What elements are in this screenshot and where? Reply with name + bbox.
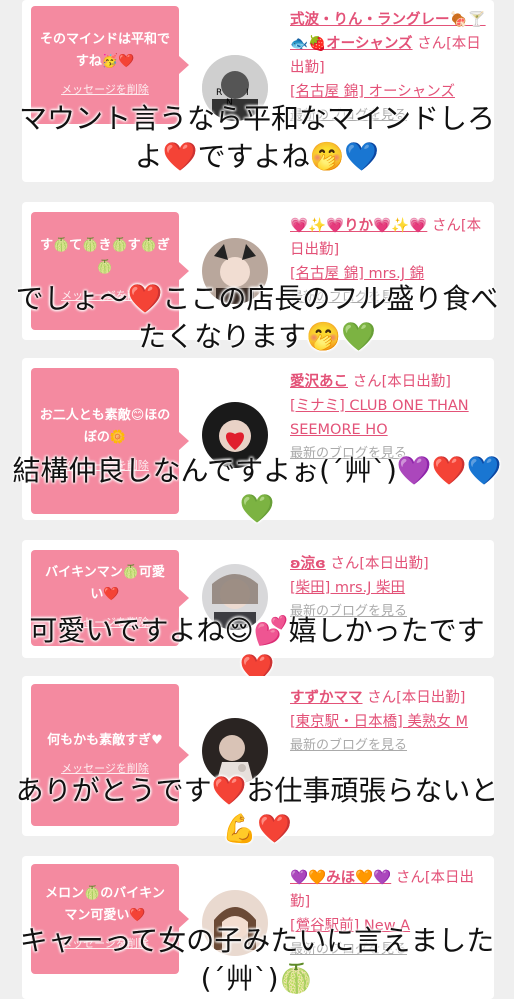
cast-info: すずかママ さん[本日出勤] [東京駅・日本橋] 美熟女 M 最新のブログを見る — [290, 686, 490, 758]
work-status: さん[本日出勤] — [330, 556, 429, 572]
svg-text:R: R — [216, 88, 222, 98]
message-text: 何もかも素敵すぎ♥ — [47, 733, 163, 748]
overlay-caption: ありがとうです❤️お仕事頑張らないと💪❤️ — [15, 774, 499, 845]
shop-link[interactable]: [東京駅・日本橋] 美熟女 M — [290, 710, 490, 734]
cast-name-link[interactable]: 💜🧡みほ🧡💜 — [290, 870, 391, 886]
overlay-caption: キャーって女の子みたいに言えました(´艸`)🍈 — [19, 924, 495, 995]
svg-text:I: I — [246, 88, 249, 98]
message-text: お二人とも素敵😊ほのぼの🌼 — [39, 408, 171, 445]
cast-name-link[interactable]: すずかママ — [290, 690, 363, 706]
cast-name-link[interactable]: ʚ涼ɞ — [290, 556, 326, 572]
work-status: さん[本日出勤] — [367, 690, 466, 706]
delete-message-link[interactable]: メッセージを削除 — [61, 79, 149, 101]
overlay-caption: マウント言うなら平和なマインドしろよ❤️ですよね🤭💙 — [18, 102, 495, 173]
message-text: バイキンマン🍈可愛い❤️ — [45, 565, 165, 602]
cast-name-link[interactable]: 💗✨💗りか💗✨💗 — [290, 218, 427, 234]
message-text: す🍈て🍈き🍈す🍈ぎ🍈 — [40, 238, 170, 275]
latest-blog-link[interactable]: 最新のブログを見る — [290, 734, 490, 758]
message-text: そのマインドは平和ですね🥳❤️ — [39, 32, 170, 69]
overlay-caption: でしょ～❤️ここの店長のフル盛り食べたくなります🤭💚 — [15, 282, 499, 353]
overlay-caption: 結構仲良しなんですよぉ(´艸`)💜❤️💙💚 — [12, 454, 502, 525]
shop-link[interactable]: [柴田] mrs.J 柴田 — [290, 576, 490, 600]
work-status: さん[本日出勤] — [352, 374, 451, 390]
message-text: メロン🍈のバイキンマン可愛い❤️ — [45, 886, 165, 923]
shop-link[interactable]: [ミナミ] CLUB ONE THAN SEEMORE HO — [290, 394, 490, 442]
cast-name-link[interactable]: 愛沢あこ — [290, 374, 348, 390]
